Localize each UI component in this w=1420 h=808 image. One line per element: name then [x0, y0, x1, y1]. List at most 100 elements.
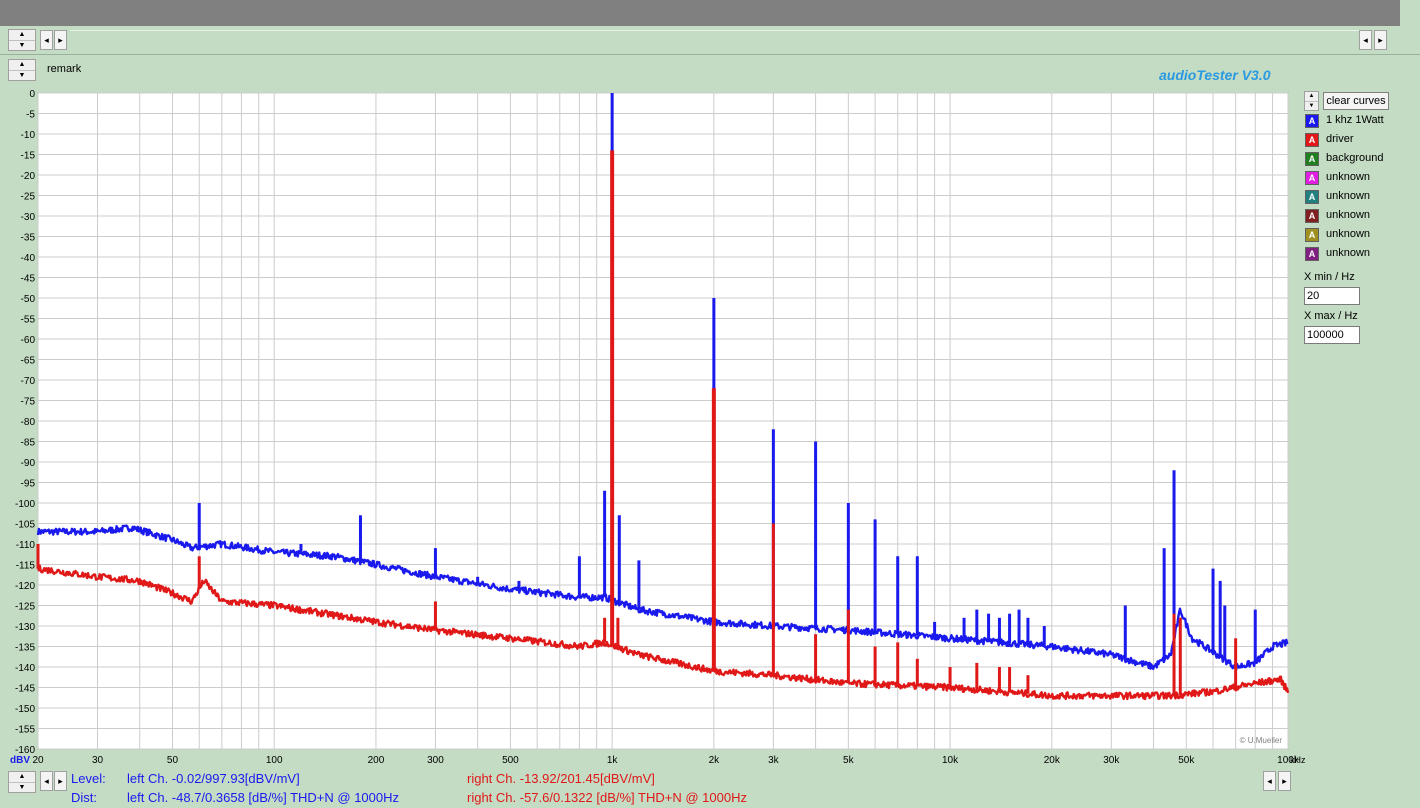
x-tick-label: 30 [92, 755, 104, 766]
level-left-readout: left Ch. -0.02/997.93[dBV/mV] [127, 771, 300, 786]
x-tick-label: 5k [843, 755, 855, 766]
legend-swatch-icon[interactable]: A [1305, 171, 1319, 185]
app-title: audioTester V3.0 [1159, 67, 1271, 83]
legend-label: unknown [1326, 247, 1371, 259]
scroll-left-button-right[interactable]: ◂ [1359, 30, 1372, 50]
y-tick-label: -5 [26, 110, 35, 121]
legend-label: unknown [1326, 209, 1371, 221]
y-tick-label: -70 [21, 376, 36, 387]
legend-label: unknown [1326, 228, 1371, 240]
y-tick-label: -25 [21, 192, 36, 203]
y-axis-unit: dBV [10, 755, 30, 766]
y-tick-label: -100 [15, 499, 35, 510]
x-tick-label: 30k [1103, 755, 1120, 766]
xmax-label: X max / Hz [1304, 310, 1358, 322]
xmin-field[interactable]: 20 [1304, 287, 1360, 305]
legend-label: unknown [1326, 190, 1371, 202]
y-tick-label: -110 [16, 540, 36, 551]
legend-swatch-icon[interactable]: A [1305, 133, 1319, 147]
legend-swatch-icon[interactable]: A [1305, 114, 1319, 128]
x-tick-label: 50k [1178, 755, 1195, 766]
scroll-right-button-right[interactable]: ▸ [1374, 30, 1387, 50]
bottom-scroll-right-button[interactable]: ▸ [54, 771, 67, 791]
legend-label: unknown [1326, 171, 1371, 183]
y-tick-label: -115 [16, 561, 36, 572]
spin-down-icon[interactable]: ▼ [9, 71, 35, 81]
remark-label: remark [47, 63, 82, 75]
y-tick-label: -140 [15, 663, 35, 674]
y-tick-label: -155 [15, 725, 35, 736]
copyright-label: © U.Mueller [1240, 736, 1283, 745]
legend-label: background [1326, 152, 1384, 164]
x-tick-label: 1k [607, 755, 619, 766]
y-tick-label: -20 [21, 171, 36, 182]
x-tick-label: 100 [266, 755, 283, 766]
level-label: Level: [71, 771, 106, 786]
y-tick-label: -150 [15, 704, 35, 715]
spin-up-icon[interactable]: ▲ [9, 772, 35, 783]
y-tick-label: -130 [15, 622, 35, 633]
remark-spin-control[interactable]: ▲ ▼ [8, 59, 36, 81]
scroll-left-button[interactable]: ◂ [40, 30, 53, 50]
bottom-scroll-right-button-right[interactable]: ▸ [1278, 771, 1291, 791]
legend-swatch-icon[interactable]: A [1305, 209, 1319, 223]
y-tick-label: -10 [21, 130, 36, 141]
bottom-scroll-left-button-right[interactable]: ◂ [1263, 771, 1276, 791]
y-tick-label: -50 [21, 294, 36, 305]
y-tick-label: -45 [21, 274, 36, 285]
y-tick-label: -15 [21, 151, 36, 162]
level-right-readout: right Ch. -13.92/201.45[dBV/mV] [467, 771, 655, 786]
y-tick-label: -35 [21, 233, 36, 244]
spin-down-icon[interactable]: ▼ [9, 783, 35, 793]
y-tick-label: -65 [21, 356, 36, 367]
y-tick-label: -30 [21, 212, 36, 223]
spin-down-icon[interactable]: ▼ [9, 41, 35, 51]
legend-swatch-icon[interactable]: A [1305, 190, 1319, 204]
spin-down-icon[interactable]: ▼ [1305, 102, 1318, 111]
top-spin-control[interactable]: ▲ ▼ [8, 29, 36, 51]
y-tick-label: 0 [29, 89, 35, 100]
y-tick-label: -145 [15, 684, 35, 695]
y-tick-label: -125 [15, 602, 35, 613]
y-tick-label: -120 [15, 581, 35, 592]
x-axis-unit: kHz [1290, 755, 1306, 765]
y-tick-label: -80 [21, 417, 36, 428]
spin-up-icon[interactable]: ▲ [9, 30, 35, 41]
x-tick-label: 300 [427, 755, 444, 766]
y-tick-label: -75 [21, 397, 36, 408]
y-tick-label: -90 [21, 458, 36, 469]
x-tick-label: 50 [167, 755, 179, 766]
x-tick-label: 3k [768, 755, 780, 766]
legend-spin-control[interactable]: ▲ ▼ [1304, 91, 1319, 111]
legend-swatch-icon[interactable]: A [1305, 228, 1319, 242]
dist-label: Dist: [71, 790, 97, 805]
x-tick-label: 2k [709, 755, 721, 766]
xmin-label: X min / Hz [1304, 271, 1355, 283]
dist-right-readout: right Ch. -57.6/0.1322 [dB/%] THD+N @ 10… [467, 790, 747, 805]
spin-up-icon[interactable]: ▲ [9, 60, 35, 71]
spin-up-icon[interactable]: ▲ [1305, 92, 1318, 102]
legend-swatch-icon[interactable]: A [1305, 152, 1319, 166]
x-tick-label: 10k [942, 755, 959, 766]
top-toolbar [0, 0, 1400, 26]
x-tick-label: 20k [1044, 755, 1061, 766]
legend-swatch-icon[interactable]: A [1305, 247, 1319, 261]
y-tick-label: -95 [21, 479, 36, 490]
y-tick-label: -40 [21, 253, 36, 264]
clear-curves-button[interactable]: clear curves [1323, 92, 1389, 110]
y-tick-label: -105 [15, 520, 35, 531]
xmax-field[interactable]: 100000 [1304, 326, 1360, 344]
divider-line [70, 30, 1360, 31]
scroll-right-button[interactable]: ▸ [54, 30, 67, 50]
y-tick-label: -55 [21, 315, 36, 326]
dist-left-readout: left Ch. -48.7/0.3658 [dB/%] THD+N @ 100… [127, 790, 400, 805]
x-tick-label: 500 [502, 755, 519, 766]
spectrum-chart: 0 -5 -10 -15 -20 -25 -30 -35 -40 -45 -50 -55 -60 -65 -… [10, 89, 1306, 766]
bottom-scroll-left-button[interactable]: ◂ [40, 771, 53, 791]
bottom-spin-control[interactable]: ▲ ▼ [8, 771, 36, 793]
y-tick-label: -85 [21, 438, 36, 449]
legend-label: driver [1326, 133, 1354, 145]
y-tick-label: -60 [21, 335, 36, 346]
y-tick-label: -135 [15, 643, 35, 654]
legend-label: 1 khz 1Watt [1326, 114, 1384, 126]
